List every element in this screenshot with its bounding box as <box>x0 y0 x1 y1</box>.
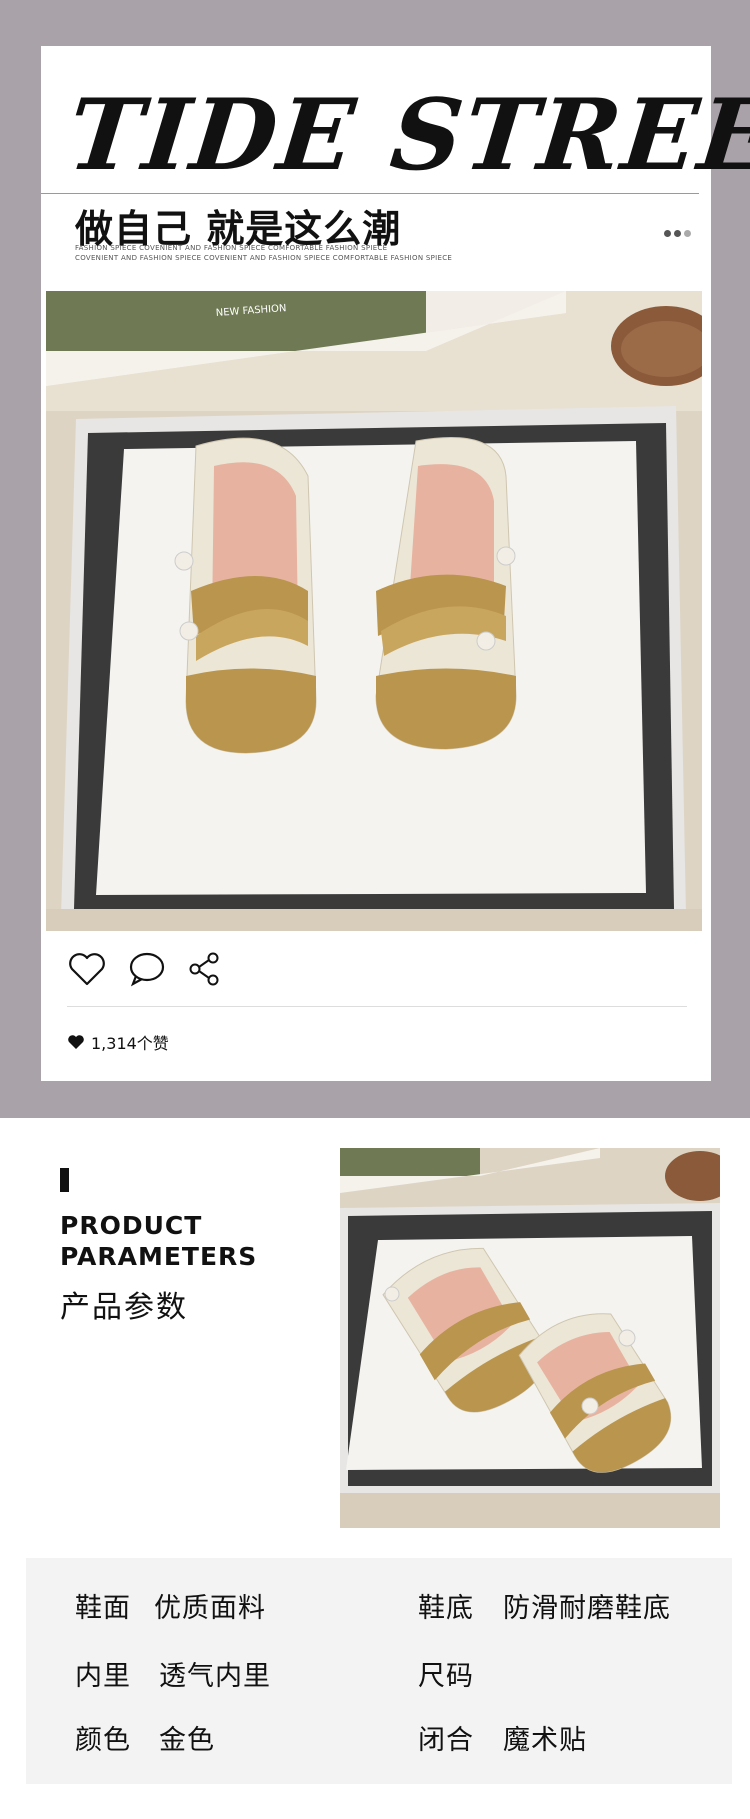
param-value: 魔术贴 <box>503 1725 587 1756</box>
brand-title: TIDE STREET <box>63 78 750 193</box>
accent-bar <box>60 1168 69 1192</box>
param-label: 鞋面 <box>75 1593 131 1624</box>
divider <box>67 1006 687 1007</box>
param-label: 鞋底 <box>418 1593 474 1624</box>
params-title-cn: 产品参数 <box>60 1290 188 1325</box>
param-value: 防滑耐磨鞋底 <box>503 1593 671 1624</box>
comment-icon[interactable] <box>127 951 167 987</box>
divider <box>41 193 699 194</box>
share-icon[interactable] <box>187 951 223 987</box>
likes-row: 1,314个赞 <box>67 1030 169 1054</box>
param-value: 金色 <box>159 1725 215 1756</box>
param-label: 内里 <box>75 1661 131 1692</box>
filled-heart-icon <box>68 1035 84 1049</box>
fine-print: COVENIENT AND FASHION SPIECE COVENIENT A… <box>75 254 453 262</box>
social-post-card: TIDE STREET 做自己 就是这么潮 FASHION SPIECE COV… <box>41 46 750 1081</box>
hero-section: TIDE STREET 做自己 就是这么潮 FASHION SPIECE COV… <box>0 0 750 1118</box>
post-actions <box>67 951 223 987</box>
parameters-table: 鞋面 优质面料 鞋底 防滑耐磨鞋底 内里 透气内里 尺码 颜色 金色 闭合 魔术… <box>26 1558 732 1784</box>
param-value: 优质面料 <box>154 1593 266 1624</box>
more-dots-icon[interactable] <box>664 230 691 237</box>
param-label: 尺码 <box>418 1661 474 1692</box>
fine-print: FASHION SPIECE COVENIENT AND FASHION SPI… <box>75 244 388 252</box>
param-label: 颜色 <box>75 1725 131 1756</box>
heart-icon[interactable] <box>67 951 107 987</box>
product-photo: NEW FASHION <box>46 291 702 931</box>
product-photo-2 <box>340 1148 720 1528</box>
param-value: 透气内里 <box>159 1661 271 1692</box>
params-title-en: PRODUCT PARAMETERS <box>60 1211 258 1271</box>
param-label: 闭合 <box>418 1725 474 1756</box>
likes-count: 1,314个赞 <box>91 1034 169 1053</box>
